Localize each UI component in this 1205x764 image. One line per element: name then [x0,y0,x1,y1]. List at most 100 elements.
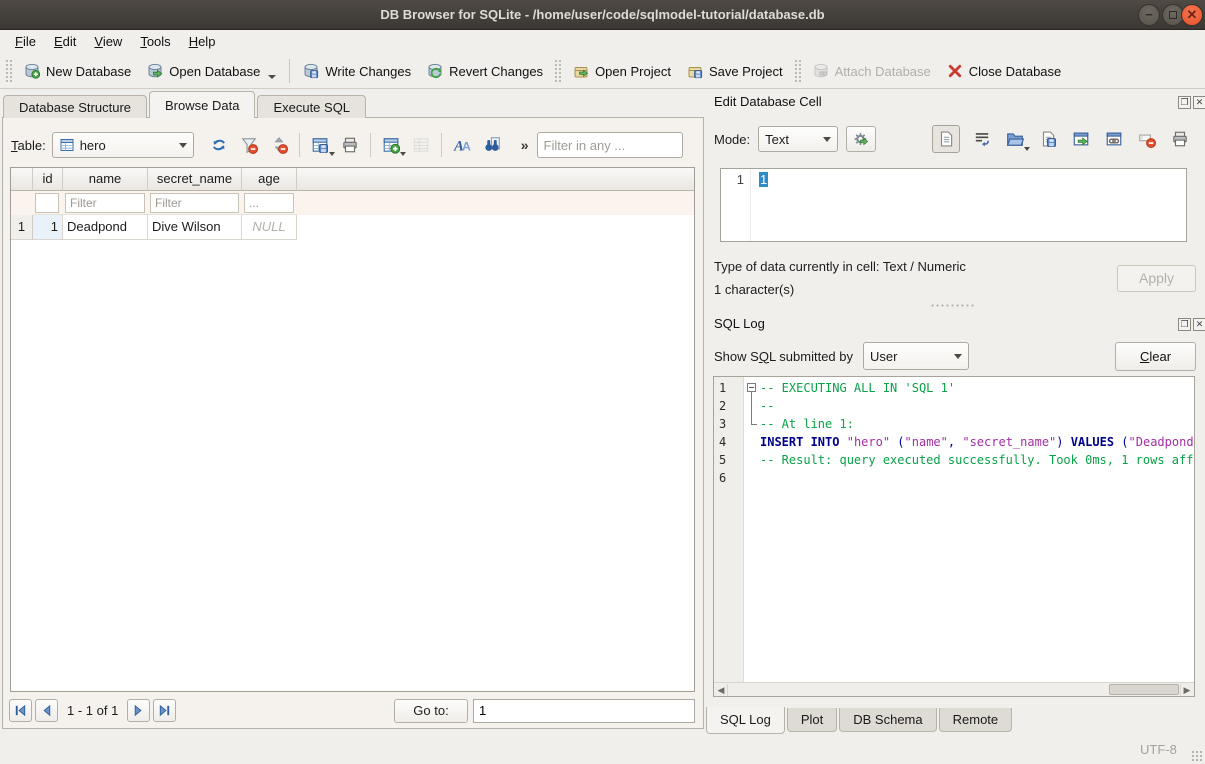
find-in-table-icon[interactable] [481,134,503,156]
dropdown-arrow-icon[interactable] [329,152,335,156]
scrollbar-thumb[interactable] [1109,684,1179,695]
float-dock-icon[interactable]: ❐ [1178,318,1191,331]
db-revert-icon [427,63,443,79]
dropdown-arrow-icon[interactable] [1024,147,1030,151]
clear-log-button[interactable]: Clear [1115,342,1196,371]
menu-file[interactable]: File [6,30,45,54]
dropdown-arrow-icon[interactable] [268,75,276,79]
toolbar-drag-handle[interactable] [5,59,13,83]
insert-record-icon[interactable] [380,134,402,156]
revert-changes-button[interactable]: Revert Changes [419,57,551,85]
toolbar-overflow-chevron[interactable]: » [521,137,529,153]
column-header-id[interactable]: id [33,168,63,191]
font-settings-icon[interactable]: AA [451,134,473,156]
float-dock-icon[interactable]: ❐ [1178,96,1191,109]
close-database-button[interactable]: Close Database [939,57,1070,85]
record-pager: 1 - 1 of 1 Go to: [9,698,695,723]
print-icon[interactable] [339,134,361,156]
tab-browse-data[interactable]: Browse Data [149,91,255,118]
goto-button[interactable]: Go to: [394,699,468,723]
cell-id[interactable]: 1 [33,215,63,240]
toolbar-drag-handle[interactable] [554,59,562,83]
text-mode-icon[interactable] [932,125,960,153]
filter-cell-age [242,191,297,215]
bottom-tab-sql-log[interactable]: SQL Log [706,707,785,734]
last-record-button[interactable] [153,699,176,722]
goto-record-input[interactable] [473,699,695,723]
table-select[interactable]: hero [52,132,194,158]
open-in-app-icon[interactable] [1070,128,1092,150]
close-button[interactable]: ✕ [1181,4,1203,26]
sql-source-select[interactable]: User [863,342,969,370]
scroll-left-icon[interactable]: ◀ [715,684,728,696]
bottom-dock-tabs: SQL LogPlotDB SchemaRemote [706,707,1014,734]
row-header[interactable]: 1 [11,215,33,240]
log-line-5: 5-- Result: query executed successfully.… [714,451,1194,469]
svg-text:A: A [462,140,471,154]
cell-editor-toolbar [932,125,1191,153]
log-line-1: 1-- EXECUTING ALL IN 'SQL 1' [714,379,1194,397]
bottom-tab-remote[interactable]: Remote [939,708,1013,732]
previous-record-button[interactable] [35,699,58,722]
fold-margin [744,469,760,487]
scroll-right-icon[interactable]: ▶ [1180,684,1193,696]
menu-view[interactable]: View [85,30,131,54]
mode-select[interactable]: Text [758,126,838,152]
cell-editor[interactable]: 1 1 [720,168,1187,242]
line-number: 4 [714,433,744,451]
horizontal-scrollbar[interactable]: ◀ ▶ [714,682,1194,696]
refresh-table-icon[interactable] [208,134,230,156]
copy-link-icon[interactable] [1103,128,1125,150]
tab-execute-sql[interactable]: Execute SQL [257,95,366,118]
cell-name[interactable]: Deadpond [63,215,148,240]
menu-tools[interactable]: Tools [131,30,179,54]
column-header-secret-name[interactable]: secret_name [148,168,242,191]
save-project-button[interactable]: Save Project [679,57,791,85]
open-project-button[interactable]: Open Project [565,57,679,85]
dropdown-arrow-icon[interactable] [400,152,406,156]
clear-all-filters-icon[interactable] [238,134,260,156]
window-title: DB Browser for SQLite - /home/user/code/… [0,0,1205,30]
cell-age[interactable]: NULL [242,215,297,240]
first-record-button[interactable] [9,699,32,722]
column-header-age[interactable]: age [242,168,297,191]
menu-help[interactable]: Help [180,30,225,54]
close-dock-icon[interactable]: ✕ [1193,318,1205,331]
column-header-name[interactable]: name [63,168,148,191]
save-results-icon[interactable] [309,134,331,156]
filter-id-input[interactable] [35,193,59,213]
toolbar-drag-handle[interactable] [794,59,802,83]
open-database-button[interactable]: Open Database [139,57,284,85]
next-record-button[interactable] [127,699,150,722]
print-cell-icon[interactable] [1169,128,1191,150]
bottom-tab-db-schema[interactable]: DB Schema [839,708,936,732]
fold-guide-corner [751,424,757,425]
close-dock-icon[interactable]: ✕ [1193,96,1205,109]
clear-sorting-icon[interactable] [268,134,290,156]
filter-age-input[interactable] [244,193,294,213]
import-data-icon[interactable] [1004,128,1026,150]
write-changes-button[interactable]: Write Changes [295,57,419,85]
tab-database-structure[interactable]: Database Structure [3,95,147,118]
log-code: -- EXECUTING ALL IN 'SQL 1' [760,379,1194,397]
editor-line-number: 1 [721,169,751,241]
apply-button[interactable]: Apply [1117,265,1196,292]
export-data-icon[interactable] [1037,128,1059,150]
filter-name-input[interactable] [65,193,145,213]
corner-header[interactable] [11,168,33,191]
word-wrap-icon[interactable] [971,128,993,150]
menu-edit[interactable]: Edit [45,30,85,54]
fold-collapse-icon[interactable] [747,383,756,392]
auto-switch-mode-button[interactable] [846,126,876,152]
encoding-status: UTF-8 [1140,742,1177,757]
window-resize-grip[interactable] [1191,750,1203,762]
cell-secret-name[interactable]: Dive Wilson [148,215,242,240]
minimize-button[interactable]: − [1138,4,1160,26]
set-null-icon[interactable] [1136,128,1158,150]
sql-log-view[interactable]: 1-- EXECUTING ALL IN 'SQL 1'2--3-- At li… [713,376,1195,697]
bottom-tab-plot[interactable]: Plot [787,708,837,732]
new-database-button[interactable]: New Database [16,57,139,85]
dock-splitter-handle[interactable] [930,303,974,308]
filter-any-column-input[interactable] [537,132,683,158]
filter-secret-name-input[interactable] [150,193,239,213]
